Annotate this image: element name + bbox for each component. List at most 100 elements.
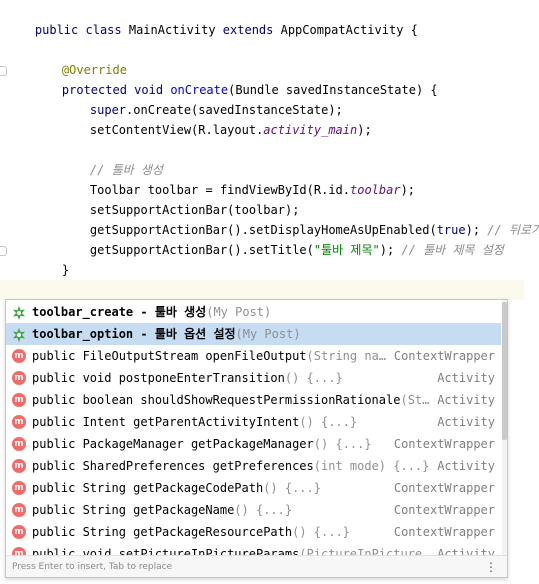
method-icon: m — [12, 459, 26, 473]
statement: setContentView(R.layout. — [89, 123, 264, 137]
completion-popup[interactable]: toolbar_create - 툴바 생성(My Post) toolbar_o… — [5, 299, 508, 578]
template-name: toolbar_option — [32, 327, 134, 341]
method-signature: public Intent getParentActivityIntent — [32, 415, 300, 429]
field-ref: toolbar — [350, 183, 401, 197]
method-signature: public void postponeEnterTransition — [32, 371, 285, 385]
template-name: toolbar_create — [32, 305, 134, 319]
code-line-method-signature: protected void onCreate(Bundle savedInst… — [33, 60, 438, 97]
completion-item-text: toolbar_create - 툴바 생성(My Post) — [32, 301, 271, 323]
code-line-annotation: @Override — [33, 40, 127, 77]
completion-item[interactable]: m public void setPictureInPictureParams(P… — [6, 543, 501, 555]
completion-item[interactable]: m public void postponeEnterTransition() {… — [6, 367, 501, 389]
completion-item-text: public SharedPreferences getPreferences(… — [32, 455, 429, 477]
comment: // 툴바 제목 설정 — [401, 243, 504, 257]
completion-item-text: public void setPictureInPictureParams(Pi… — [32, 543, 429, 555]
live-template-icon — [12, 305, 26, 320]
completion-item-owner: Activity — [437, 371, 495, 385]
method-args: () {...} — [284, 371, 343, 385]
method-args: () {...} — [313, 437, 372, 451]
method-args: (String na… — [306, 349, 387, 363]
method-args: (int mode) {...} — [313, 459, 430, 473]
code-line-comment: // 툴바 생성 — [61, 140, 163, 177]
completion-item[interactable]: m public boolean shouldShowRequestPermiss… — [6, 389, 501, 411]
footer-hint: Press Enter to insert, Tab to replace — [12, 562, 173, 572]
method-signature: public void setPictureInPictureParams — [32, 547, 300, 555]
method-icon: m — [12, 481, 26, 495]
method-icon: m — [12, 349, 26, 363]
brace: } — [61, 263, 70, 277]
completion-item-text: public String getPackageResourcePath() {… — [32, 521, 350, 543]
completion-item[interactable]: m public String getPackageCodePath() {...… — [6, 477, 501, 499]
method-signature: public String getPackageName — [32, 503, 235, 517]
statement: getSupportActionBar().setTitle( — [89, 243, 314, 257]
method-args: (St… — [400, 393, 430, 407]
completion-item[interactable]: m public PackageManager getPackageManager… — [6, 433, 501, 455]
completion-item[interactable]: toolbar_option - 툴바 옵션 설정(My Post) — [6, 323, 501, 345]
method-signature: public String getPackageCodePath — [32, 481, 264, 495]
method-args: () {...} — [292, 525, 350, 539]
code-line-setsupportactionbar: setSupportActionBar(toolbar); — [61, 180, 300, 217]
completion-item-text: public boolean shouldShowRequestPermissi… — [32, 389, 429, 411]
method-args: () {...} — [234, 503, 293, 517]
method-signature: public boolean shouldShowRequestPermissi… — [32, 393, 401, 407]
completion-item-text: toolbar_option - 툴바 옵션 설정(My Post) — [32, 323, 301, 345]
completion-item[interactable]: toolbar_create - 툴바 생성(My Post) — [6, 301, 501, 323]
method-icon: m — [12, 415, 26, 429]
code-line-current[interactable]: tp — [0, 280, 524, 317]
completion-item-text: public String getPackageCodePath() {...} — [32, 477, 321, 499]
statement-end: ); — [357, 123, 372, 137]
template-source: (My Post) — [206, 305, 272, 319]
popup-footer: Press Enter to insert, Tab to replace ⋮ — [6, 555, 507, 577]
completion-item[interactable]: m public String getPackageResourcePath() … — [6, 521, 501, 543]
live-template-icon — [12, 327, 26, 342]
keyword: class — [85, 23, 122, 37]
code-line-close-brace: } — [33, 240, 69, 277]
string-literal: "툴바 제목" — [313, 243, 380, 257]
completion-item[interactable]: m public String getPackageName() {...} Con… — [6, 499, 501, 521]
completion-item-owner: Activity — [437, 393, 495, 407]
fold-icon[interactable] — [0, 246, 7, 256]
code-line-toolbar: Toolbar toolbar = findViewById(R.id.tool… — [61, 160, 415, 197]
brace: { — [410, 23, 418, 37]
completion-item[interactable]: m public FileOutputStream openFileOutput(… — [6, 345, 501, 367]
method-args: () {...} — [299, 415, 358, 429]
method-signature: public PackageManager getPackageManager — [32, 437, 314, 451]
completion-item-text: public Intent getParentActivityIntent() … — [32, 411, 357, 433]
more-options-icon[interactable]: ⋮ — [485, 556, 497, 577]
completion-item[interactable]: m public Intent getParentActivityIntent()… — [6, 411, 501, 433]
keyword: extends — [222, 23, 274, 37]
method-icon: m — [12, 371, 26, 385]
popup-scrollbar-thumb[interactable] — [502, 302, 507, 440]
statement-end: ); — [379, 243, 402, 257]
completion-item-owner: ContextWrapper — [393, 503, 495, 517]
code-line-1: public class MainActivity extends AppCom… — [6, 0, 418, 37]
completion-item-owner: ContextWrapper — [393, 437, 495, 451]
keyword: public — [34, 23, 79, 37]
method-icon: m — [12, 437, 26, 451]
completion-item-owner: ContextWrapper — [393, 525, 495, 539]
statement-end: ); — [400, 183, 416, 197]
code-line-home-as-up: getSupportActionBar().setDisplayHomeAsUp… — [61, 200, 539, 237]
method-icon: m — [12, 393, 26, 407]
method-args: () {...} — [263, 481, 321, 495]
base-class: AppCompatActivity — [280, 23, 404, 37]
completion-item-owner: Activity — [437, 415, 495, 429]
completion-item-text: public String getPackageName() {...} — [32, 499, 292, 521]
field-ref: activity_main — [263, 123, 358, 137]
method-signature: public String getPackageResourcePath — [32, 525, 293, 539]
completion-item-text: public void postponeEnterTransition() {.… — [32, 367, 343, 389]
class-name: MainActivity — [128, 23, 216, 37]
completion-item[interactable]: m public SharedPreferences getPreferences… — [6, 455, 501, 477]
code-line-settitle: getSupportActionBar().setTitle("툴바 제목");… — [61, 220, 504, 257]
code-line-super: super.onCreate(savedInstanceState); — [61, 80, 343, 117]
template-desc: - 툴바 옵션 설정 — [133, 327, 236, 341]
code-editor[interactable]: public class MainActivity extends AppCom… — [0, 0, 539, 584]
code-line-setcontentview: setContentView(R.layout.activity_main); — [61, 100, 372, 137]
method-args: (PictureInPicture… — [299, 547, 430, 555]
completion-item-owner: ContextWrapper — [393, 349, 495, 363]
method-icon: m — [12, 547, 26, 555]
completion-item-owner: Activity — [437, 547, 495, 555]
template-desc: - 툴바 생성 — [133, 305, 207, 319]
template-source: (My Post) — [235, 327, 301, 341]
fold-icon[interactable] — [0, 66, 7, 76]
